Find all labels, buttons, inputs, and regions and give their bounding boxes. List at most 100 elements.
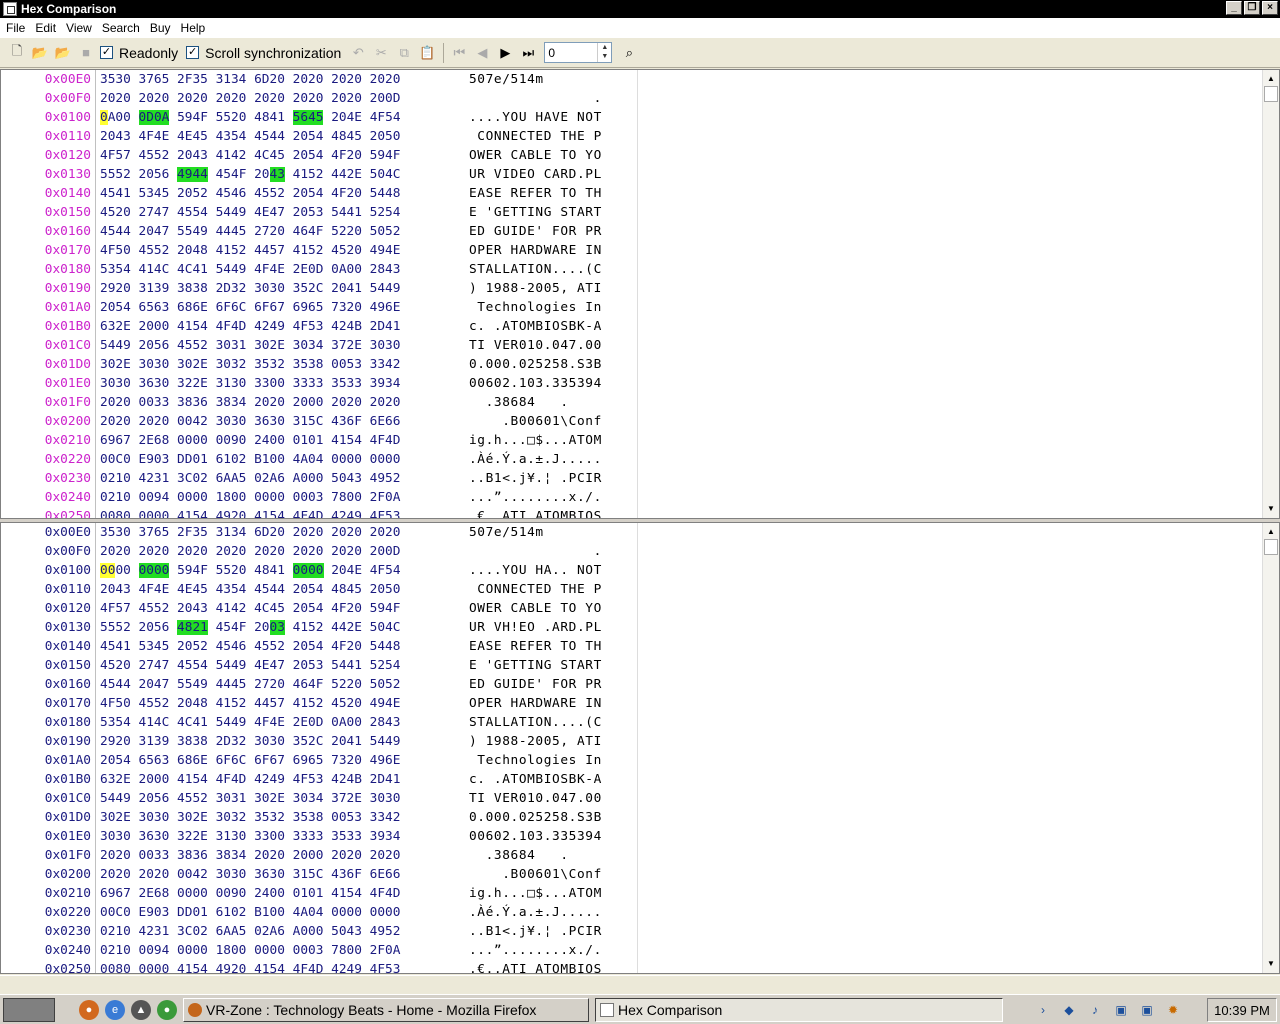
row-ascii[interactable]: .38684 .	[469, 846, 602, 865]
ie-icon[interactable]: e	[105, 999, 125, 1020]
spin-up-icon[interactable]: ▲	[598, 43, 611, 52]
row-hex-bytes[interactable]: 00C0 E903 DD01 6102 B100 4A04 0000 0000	[100, 903, 400, 922]
row-hex-bytes[interactable]: 302E 3030 302E 3032 3532 3538 0053 3342	[100, 808, 400, 827]
hex-pane-right-file[interactable]: 0x00E0 3530 3765 2F35 3134 6D20 2020 2020…	[0, 522, 1280, 974]
tray-expand-icon[interactable]: ›	[1034, 1001, 1052, 1019]
row-hex-bytes[interactable]: 5449 2056 4552 3031 302E 3034 372E 3030	[100, 789, 400, 808]
row-hex-bytes[interactable]: 5552 2056 4821 454F 2003 4152 442E 504C	[100, 618, 401, 637]
row-ascii[interactable]: STALLATION....(C	[469, 713, 602, 732]
last-difference-icon[interactable]: ⏭	[517, 42, 539, 64]
row-hex-bytes[interactable]: 5354 414C 4C41 5449 4F4E 2E0D 0A00 2843	[100, 713, 400, 732]
scroll-thumb[interactable]	[1264, 539, 1278, 555]
row-ascii[interactable]: .38684 .	[469, 393, 602, 412]
save-icon[interactable]: ■	[75, 42, 97, 64]
row-hex-bytes[interactable]: 2054 6563 686E 6F6C 6F67 6965 7320 496E	[100, 751, 400, 770]
row-hex-bytes[interactable]: 4F57 4552 2043 4142 4C45 2054 4F20 594F	[100, 146, 400, 165]
row-hex-bytes[interactable]: 632E 2000 4154 4F4D 4249 4F53 424B 2D41	[100, 770, 400, 789]
row-ascii[interactable]: .	[469, 542, 602, 561]
menu-edit[interactable]: Edit	[31, 21, 60, 35]
row-hex-bytes[interactable]: 0210 4231 3C02 6AA5 02A6 A000 5043 4952	[100, 469, 400, 488]
row-hex-bytes[interactable]: 2020 2020 0042 3030 3630 315C 436F 6E66	[100, 865, 400, 884]
row-hex-bytes[interactable]: 2043 4F4E 4E45 4354 4544 2054 4845 2050	[100, 580, 400, 599]
row-ascii[interactable]: TI VER010.047.00	[469, 336, 602, 355]
open-second-file-icon[interactable]: 📂	[52, 42, 74, 64]
row-ascii[interactable]: ...”........x./.	[469, 488, 602, 507]
task-hex-comparison[interactable]: Hex Comparison	[595, 997, 1003, 1022]
row-hex-bytes[interactable]: 0210 0094 0000 1800 0000 0003 7800 2F0A	[100, 488, 400, 507]
app-launcher-icon[interactable]: ●	[157, 999, 177, 1020]
row-ascii[interactable]: ig.h...□$...ATOM	[469, 431, 602, 450]
scroll-down-icon[interactable]: ▼	[1264, 502, 1278, 516]
row-ascii[interactable]: OPER HARDWARE IN	[469, 241, 602, 260]
security-icon[interactable]: ✹	[1164, 1001, 1182, 1019]
row-hex-bytes[interactable]: 2920 3139 3838 2D32 3030 352C 2041 5449	[100, 732, 400, 751]
row-hex-bytes[interactable]: 0210 0094 0000 1800 0000 0003 7800 2F0A	[100, 941, 400, 960]
menu-help[interactable]: Help	[177, 21, 210, 35]
menu-file[interactable]: File	[2, 21, 29, 35]
task-firefox[interactable]: VR-Zone : Technology Beats - Home - Mozi…	[183, 997, 589, 1022]
scroll-up-icon[interactable]: ▲	[1264, 525, 1278, 539]
find-binoculars-icon[interactable]: ⌕	[618, 42, 640, 64]
row-ascii[interactable]: EASE REFER TO TH	[469, 637, 602, 656]
new-file-icon[interactable]: 🗋	[6, 42, 28, 64]
spin-down-icon[interactable]: ▼	[598, 52, 611, 61]
maximize-button[interactable]: ❐	[1244, 1, 1260, 15]
row-ascii[interactable]: ig.h...□$...ATOM	[469, 884, 602, 903]
row-ascii[interactable]: 00602.103.335394	[469, 374, 602, 393]
firefox-icon[interactable]: ●	[79, 999, 99, 1020]
row-hex-bytes[interactable]: 4544 2047 5549 4445 2720 464F 5220 5052	[100, 675, 400, 694]
menu-view[interactable]: View	[62, 21, 96, 35]
row-ascii[interactable]: .Àé.Ý.a.±.J.....	[469, 903, 602, 922]
row-hex-bytes[interactable]: 0080 0000 4154 4920 4154 4F4D 4249 4F53	[100, 507, 400, 518]
row-hex-bytes[interactable]: 4F50 4552 2048 4152 4457 4152 4520 494E	[100, 241, 400, 260]
row-hex-bytes[interactable]: 632E 2000 4154 4F4D 4249 4F53 424B 2D41	[100, 317, 400, 336]
row-hex-bytes[interactable]: 2054 6563 686E 6F6C 6F67 6965 7320 496E	[100, 298, 400, 317]
row-hex-bytes[interactable]: 0000 0000 594F 5520 4841 0000 204E 4F54	[100, 561, 401, 580]
row-ascii[interactable]: EASE REFER TO TH	[469, 184, 602, 203]
vertical-scrollbar[interactable]: ▲ ▼	[1262, 523, 1279, 973]
row-ascii[interactable]: ) 1988-2005, ATI	[469, 732, 602, 751]
network-icon[interactable]: ◆	[1060, 1001, 1078, 1019]
copy-icon[interactable]: ⧉	[393, 42, 415, 64]
row-hex-bytes[interactable]: 2920 3139 3838 2D32 3030 352C 2041 5449	[100, 279, 400, 298]
offset-spinner[interactable]: ▲▼	[544, 42, 613, 63]
row-ascii[interactable]: E 'GETTING START	[469, 203, 602, 222]
row-ascii[interactable]: .€..ATI ATOMBIOS	[469, 507, 602, 518]
row-ascii[interactable]: ..B1<.j¥.¦ .PCIR	[469, 922, 602, 941]
row-hex-bytes[interactable]: 5552 2056 4944 454F 2043 4152 442E 504C	[100, 165, 401, 184]
row-ascii[interactable]: TI VER010.047.00	[469, 789, 602, 808]
row-hex-bytes[interactable]: 6967 2E68 0000 0090 2400 0101 4154 4F4D	[100, 884, 400, 903]
row-hex-bytes[interactable]: 0A00 0D0A 594F 5520 4841 5645 204E 4F54	[100, 108, 401, 127]
shield-icon[interactable]: ▲	[131, 999, 151, 1020]
row-hex-bytes[interactable]: 2020 0033 3836 3834 2020 2000 2020 2020	[100, 393, 400, 412]
row-ascii[interactable]: OWER CABLE TO YO	[469, 146, 602, 165]
row-ascii[interactable]: c. .ATOMBIOSBK-A	[469, 770, 602, 789]
row-hex-bytes[interactable]: 4520 2747 4554 5449 4E47 2053 5441 5254	[100, 203, 400, 222]
row-ascii[interactable]: ....YOU HAVE NOT	[469, 108, 602, 127]
row-hex-bytes[interactable]: 2020 2020 0042 3030 3630 315C 436F 6E66	[100, 412, 400, 431]
vertical-scrollbar[interactable]: ▲ ▼	[1262, 70, 1279, 518]
row-ascii[interactable]: .Àé.Ý.a.±.J.....	[469, 450, 602, 469]
row-hex-bytes[interactable]: 2020 2020 2020 2020 2020 2020 2020 200D	[100, 89, 400, 108]
row-ascii[interactable]: Technologies In	[469, 298, 602, 317]
row-hex-bytes[interactable]: 3030 3630 322E 3130 3300 3333 3533 3934	[100, 827, 400, 846]
row-ascii[interactable]: .€..ATI ATOMBIOS	[469, 960, 602, 973]
row-ascii[interactable]: CONNECTED THE P	[469, 580, 602, 599]
offset-input[interactable]	[545, 45, 598, 60]
row-hex-bytes[interactable]: 5354 414C 4C41 5449 4F4E 2E0D 0A00 2843	[100, 260, 400, 279]
row-hex-bytes[interactable]: 4F50 4552 2048 4152 4457 4152 4520 494E	[100, 694, 400, 713]
row-hex-bytes[interactable]: 3530 3765 2F35 3134 6D20 2020 2020 2020	[100, 70, 400, 89]
monitor-icon[interactable]: ▣	[1138, 1001, 1156, 1019]
row-ascii[interactable]: ...”........x./.	[469, 941, 602, 960]
row-hex-bytes[interactable]: 00C0 E903 DD01 6102 B100 4A04 0000 0000	[100, 450, 400, 469]
close-button[interactable]: ×	[1262, 1, 1278, 15]
row-hex-bytes[interactable]: 4544 2047 5549 4445 2720 464F 5220 5052	[100, 222, 400, 241]
cut-icon[interactable]: ✂	[370, 42, 392, 64]
row-hex-bytes[interactable]: 0210 4231 3C02 6AA5 02A6 A000 5043 4952	[100, 922, 400, 941]
row-ascii[interactable]: 507e/514m	[469, 70, 544, 89]
row-hex-bytes[interactable]: 3530 3765 2F35 3134 6D20 2020 2020 2020	[100, 523, 400, 542]
row-ascii[interactable]: UR VH!EO .ARD.PL	[469, 618, 602, 637]
hex-pane-left-file[interactable]: 0x00E0 3530 3765 2F35 3134 6D20 2020 2020…	[0, 69, 1280, 519]
scroll-sync-checkbox[interactable]: ✓ Scroll synchronization	[186, 45, 341, 61]
row-ascii[interactable]: CONNECTED THE P	[469, 127, 602, 146]
